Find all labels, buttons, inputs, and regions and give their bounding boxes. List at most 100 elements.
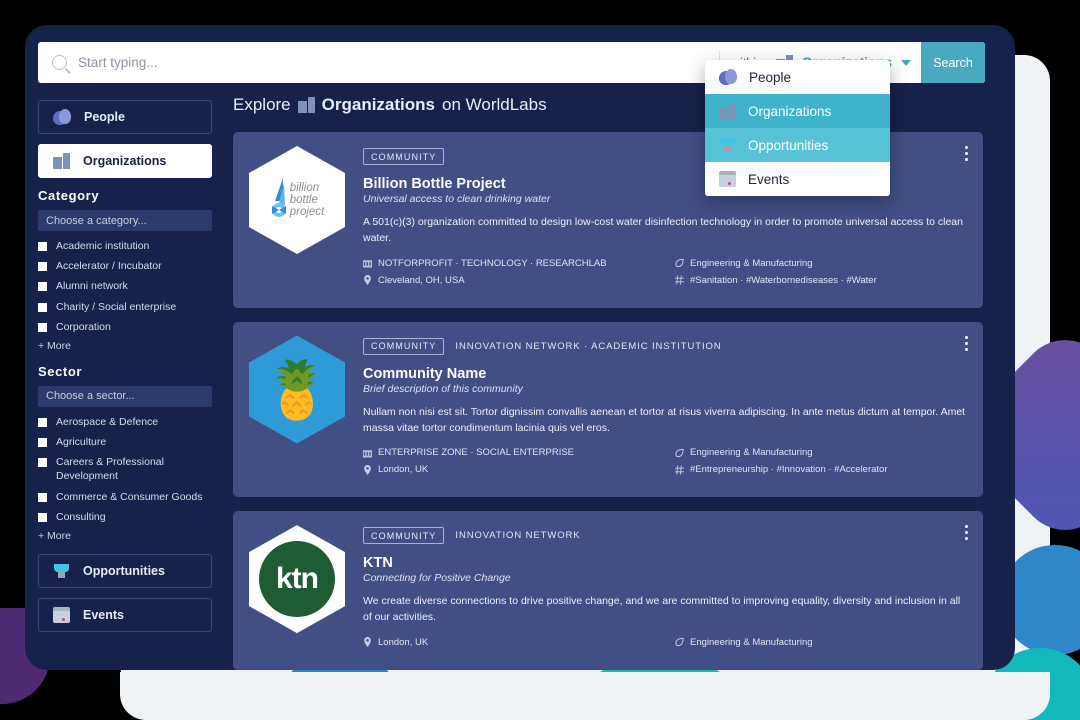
logo-wordmark: ktn [276, 562, 319, 596]
dropdown-item-events[interactable]: Events [705, 162, 890, 196]
sidebar-item-events[interactable]: Events [38, 597, 212, 632]
category-checkbox-2[interactable]: Alumni network [38, 279, 212, 293]
heading-prefix: Explore [233, 95, 291, 114]
background-panel-bottom [120, 672, 1050, 720]
status-badge: COMMUNITY [363, 148, 445, 165]
card-title: KTN [363, 555, 393, 572]
leaf-icon [675, 258, 684, 268]
search-button[interactable]: Search [921, 42, 985, 83]
checkbox-icon [38, 512, 47, 522]
card-meta: London, UK Engineering & Manufacturing [363, 637, 967, 654]
meta-tags: ENTERPRISE ZONE · SOCIAL ENTERPRISE [363, 447, 675, 458]
search-type-dropdown: People Organizations Opportunities Event… [705, 60, 890, 196]
meta-location: Cleveland, OH, USA [363, 275, 675, 286]
dropdown-item-label: Organizations [748, 103, 832, 119]
category-checkbox-1[interactable]: Accelerator / Incubator [38, 259, 212, 273]
sector-checkbox-1[interactable]: Agriculture [38, 435, 212, 449]
sidebar-item-label: Organizations [83, 154, 167, 168]
badge-row: COMMUNITY INNOVATION NETWORK · ACADEMIC … [363, 337, 967, 355]
sector-checkbox-0[interactable]: Aerospace & Defence [38, 415, 212, 429]
card-description: Nullam non nisi est sit. Tortor dignissi… [363, 405, 966, 434]
chevron-down-icon [901, 59, 911, 66]
card-description: We create diverse connections to drive p… [363, 595, 961, 624]
checkbox-icon [38, 262, 47, 272]
card-menu-button[interactable] [965, 525, 969, 543]
dropdown-item-opportunities[interactable]: Opportunities [705, 128, 890, 162]
checkbox-icon [38, 492, 47, 502]
people-icon [719, 69, 737, 85]
search-input[interactable] [78, 55, 720, 70]
category-select[interactable]: Choose a category... [38, 210, 212, 231]
badge-tags: INNOVATION NETWORK [455, 530, 581, 542]
checkbox-icon [38, 417, 47, 427]
meta-hashtags: #Sanitation · #Waterbornediseases · #Wat… [675, 275, 967, 286]
hash-icon [675, 275, 684, 285]
meta-sector: Engineering & Manufacturing [675, 637, 967, 648]
calendar-icon [53, 606, 70, 623]
result-card[interactable]: 🍍 COMMUNITY INNOVATION NETWORK · ACADEMI… [233, 321, 983, 498]
building-icon [719, 103, 736, 119]
hash-icon [675, 465, 684, 475]
calendar-icon [719, 171, 736, 187]
trophy-icon [719, 137, 736, 153]
card-subtitle: Connecting for Positive Change [363, 572, 511, 585]
sector-checkbox-4[interactable]: Consulting [38, 510, 212, 524]
sector-more-link[interactable]: + More [38, 530, 212, 542]
category-checkbox-4[interactable]: Corporation [38, 320, 212, 334]
meta-location: London, UK [363, 637, 675, 648]
meta-location: London, UK [363, 464, 675, 475]
sidebar-item-label: Opportunities [83, 563, 165, 578]
checkbox-icon [38, 302, 47, 312]
meta-right: Engineering & Manufacturing #Entrepreneu… [675, 447, 967, 481]
card-menu-button[interactable] [965, 146, 969, 164]
checkbox-icon [38, 458, 47, 468]
sidebar-item-label: Events [83, 607, 124, 622]
card-description: A 501(c)(3) organization committed to de… [363, 216, 963, 245]
result-card[interactable]: ktn COMMUNITY INNOVATION NETWORK KTN Con… [233, 511, 983, 670]
category-more-link[interactable]: + More [38, 340, 212, 352]
sidebar-item-opportunities[interactable]: Opportunities [38, 553, 212, 588]
sidebar-item-label: People [84, 110, 125, 124]
card-menu-button[interactable] [965, 335, 969, 354]
card-meta: NOTFORPROFIT · TECHNOLOGY · RESEARCHLAB … [363, 258, 967, 292]
meta-sector: Engineering & Manufacturing [675, 447, 967, 458]
category-checkbox-0[interactable]: Academic institution [38, 239, 212, 253]
meta-left: London, UK [363, 637, 675, 654]
organization-logo: 🍍 [249, 335, 345, 444]
building-icon [53, 153, 70, 169]
sector-select[interactable]: Choose a sector... [38, 385, 212, 407]
location-pin-icon [364, 275, 371, 286]
card-subtitle: Brief description of this community [363, 382, 523, 395]
status-badge: COMMUNITY [363, 337, 445, 355]
sector-checkbox-2[interactable]: Careers & Professional Development [38, 455, 212, 483]
status-badge: COMMUNITY [363, 527, 445, 545]
dropdown-item-label: People [749, 69, 792, 85]
pineapple-icon: 🍍 [262, 357, 332, 421]
meta-sector: Engineering & Manufacturing [675, 258, 967, 269]
sidebar-item-people[interactable]: People [38, 100, 212, 134]
heading-suffix: on WorldLabs [442, 95, 547, 114]
leaf-icon [675, 637, 684, 647]
sector-checkbox-3[interactable]: Commerce & Consumer Goods [38, 490, 212, 504]
category-checkbox-3[interactable]: Charity / Social enterprise [38, 300, 212, 314]
sidebar-item-organizations[interactable]: Organizations [38, 144, 212, 178]
card-body: COMMUNITY INNOVATION NETWORK KTN Connect… [363, 525, 967, 654]
sidebar: People Organizations Category Choose a c… [38, 100, 212, 642]
card-title: Community Name [363, 365, 487, 382]
logo-wordmark: billion bottle project [289, 181, 325, 219]
meta-left: ENTERPRISE ZONE · SOCIAL ENTERPRISE Lond… [363, 447, 675, 481]
dropdown-item-people[interactable]: People [705, 60, 890, 94]
checkbox-icon [38, 322, 47, 332]
people-icon [53, 109, 71, 125]
ktn-logo-circle: ktn [259, 541, 335, 618]
search-icon [52, 55, 67, 70]
checkbox-icon [38, 282, 47, 292]
organization-logo: billion bottle project [249, 146, 345, 254]
leaf-icon [675, 448, 684, 457]
location-pin-icon [364, 637, 371, 648]
bank-icon [363, 260, 372, 268]
heading-entity: Organizations [321, 95, 435, 114]
dropdown-item-label: Opportunities [748, 137, 829, 153]
badge-tags: INNOVATION NETWORK · ACADEMIC INSTITUTIO… [455, 340, 722, 352]
dropdown-item-organizations[interactable]: Organizations [705, 94, 890, 128]
